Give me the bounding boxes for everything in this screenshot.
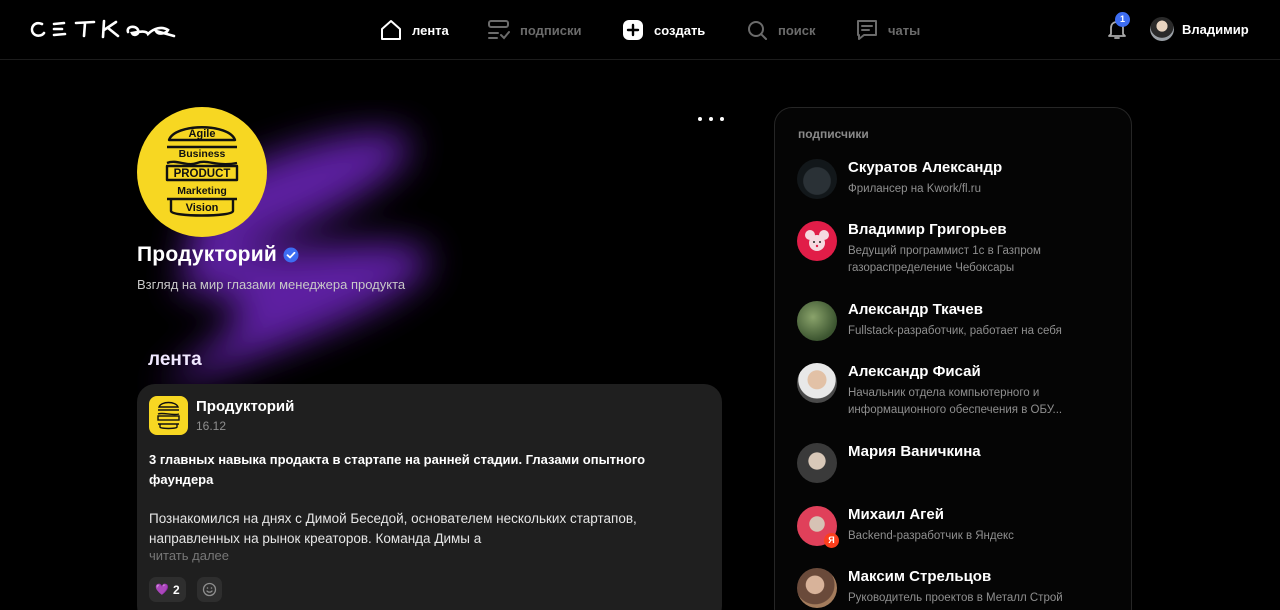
feed-section-title: лента xyxy=(148,349,202,370)
avatar xyxy=(797,301,837,341)
nav-chats[interactable]: чаты xyxy=(854,16,920,44)
subscriber-name: Максим Стрельцов xyxy=(848,568,992,585)
avatar xyxy=(797,363,837,403)
subscriber-role: Ведущий программист 1с в Газпром газорас… xyxy=(848,245,1041,274)
setka-logo[interactable] xyxy=(28,16,178,42)
user-name: Владимир xyxy=(1182,21,1249,37)
post-date: 16.12 xyxy=(196,419,227,433)
channel-avatar: Agile Business PRODUCT Marketing Vision xyxy=(137,107,267,237)
logo-word-vision: Vision xyxy=(186,202,219,214)
subscriber-name: Александр Фисай xyxy=(848,363,981,380)
mouse-emoji-icon xyxy=(805,230,829,251)
subscriber-role: Фрилансер на Kwork/fl.ru xyxy=(848,183,982,195)
product-logo-icon xyxy=(157,401,180,430)
chat-icon xyxy=(857,20,877,40)
subscriber-name: Александр Ткачев xyxy=(848,301,983,318)
post-headline: 3 главных навыка продакта в стартапе на … xyxy=(149,452,646,487)
nav-chats-label: чаты xyxy=(888,22,921,38)
dot-icon xyxy=(709,117,713,121)
dot-icon xyxy=(698,117,702,121)
subscriber-name: Михаил Агей xyxy=(848,506,944,523)
nav-create-label: создать xyxy=(654,22,706,38)
subscriber-role: Начальник отдела компьютерного и информа… xyxy=(848,387,1063,416)
reaction-button[interactable]: 💜 2 xyxy=(149,577,186,602)
channel-title: Продукторий xyxy=(137,243,299,267)
avatar xyxy=(797,568,837,608)
subscriber-role: Backend-разработчик в Яндекс xyxy=(848,530,1014,542)
subscriber-role: Fullstack-разработчик, работает на себя xyxy=(848,325,1062,337)
subscriber-name: Владимир Григорьев xyxy=(848,221,1007,238)
product-logo-icon: Agile Business PRODUCT Marketing Vision xyxy=(165,126,239,217)
nav-feed[interactable]: лента xyxy=(378,16,449,44)
avatar xyxy=(797,221,837,261)
user-avatar xyxy=(1150,17,1174,41)
yandex-badge-icon: Я xyxy=(824,533,839,548)
channel-description: Взгляд на мир глазами менеджера продукта xyxy=(137,277,406,292)
reaction-count: 2 xyxy=(173,582,180,597)
subscriptions-icon xyxy=(488,20,510,40)
logo-word-business: Business xyxy=(179,148,226,160)
logo-word-marketing: Marketing xyxy=(177,185,227,197)
nav-search-label: поиск xyxy=(778,22,816,38)
more-options-button[interactable] xyxy=(698,110,724,128)
subscriber-role: Руководитель проектов в Металл Строй xyxy=(848,592,1063,604)
nav-search[interactable]: поиск xyxy=(744,16,816,44)
post-body: Познакомился на днях с Димой Беседой, ос… xyxy=(149,511,637,546)
nav-subscriptions-label: подписки xyxy=(520,22,582,38)
logo-word-product: PRODUCT xyxy=(174,168,231,180)
channel-name-text: Продукторий xyxy=(137,243,277,266)
user-menu[interactable]: Владимир xyxy=(1150,17,1249,41)
home-icon xyxy=(381,20,401,40)
avatar xyxy=(797,443,837,483)
logo-word-agile: Agile xyxy=(189,128,216,140)
notification-badge: 1 xyxy=(1115,12,1130,27)
smile-plus-icon xyxy=(202,582,217,597)
nav-create[interactable]: создать xyxy=(620,16,705,44)
plus-icon xyxy=(623,20,643,40)
search-icon xyxy=(748,21,767,40)
post-card[interactable]: Продукторий 16.12 3 главных навыка прода… xyxy=(137,384,722,610)
subscriber-name: Скуратов Александр xyxy=(848,159,1003,176)
subscribers-title: подписчики xyxy=(798,127,869,141)
subscriber-name: Мария Ваничкина xyxy=(848,443,981,460)
top-navigation-bar: лента подписки создать поиск чаты 1 Влад… xyxy=(0,0,1280,60)
post-author-avatar[interactable] xyxy=(149,396,188,435)
post-author-name[interactable]: Продукторий xyxy=(196,398,294,415)
add-reaction-button[interactable] xyxy=(197,577,222,602)
heart-icon: 💜 xyxy=(155,584,169,596)
nav-subscriptions[interactable]: подписки xyxy=(486,16,581,44)
subscribers-panel: подписчики Скуратов Александр Фрилансер … xyxy=(774,107,1132,610)
avatar xyxy=(797,159,837,199)
verified-badge-icon xyxy=(283,247,299,263)
nav-feed-label: лента xyxy=(412,22,449,38)
dot-icon xyxy=(720,117,724,121)
read-more-link[interactable]: читать далее xyxy=(149,548,229,563)
